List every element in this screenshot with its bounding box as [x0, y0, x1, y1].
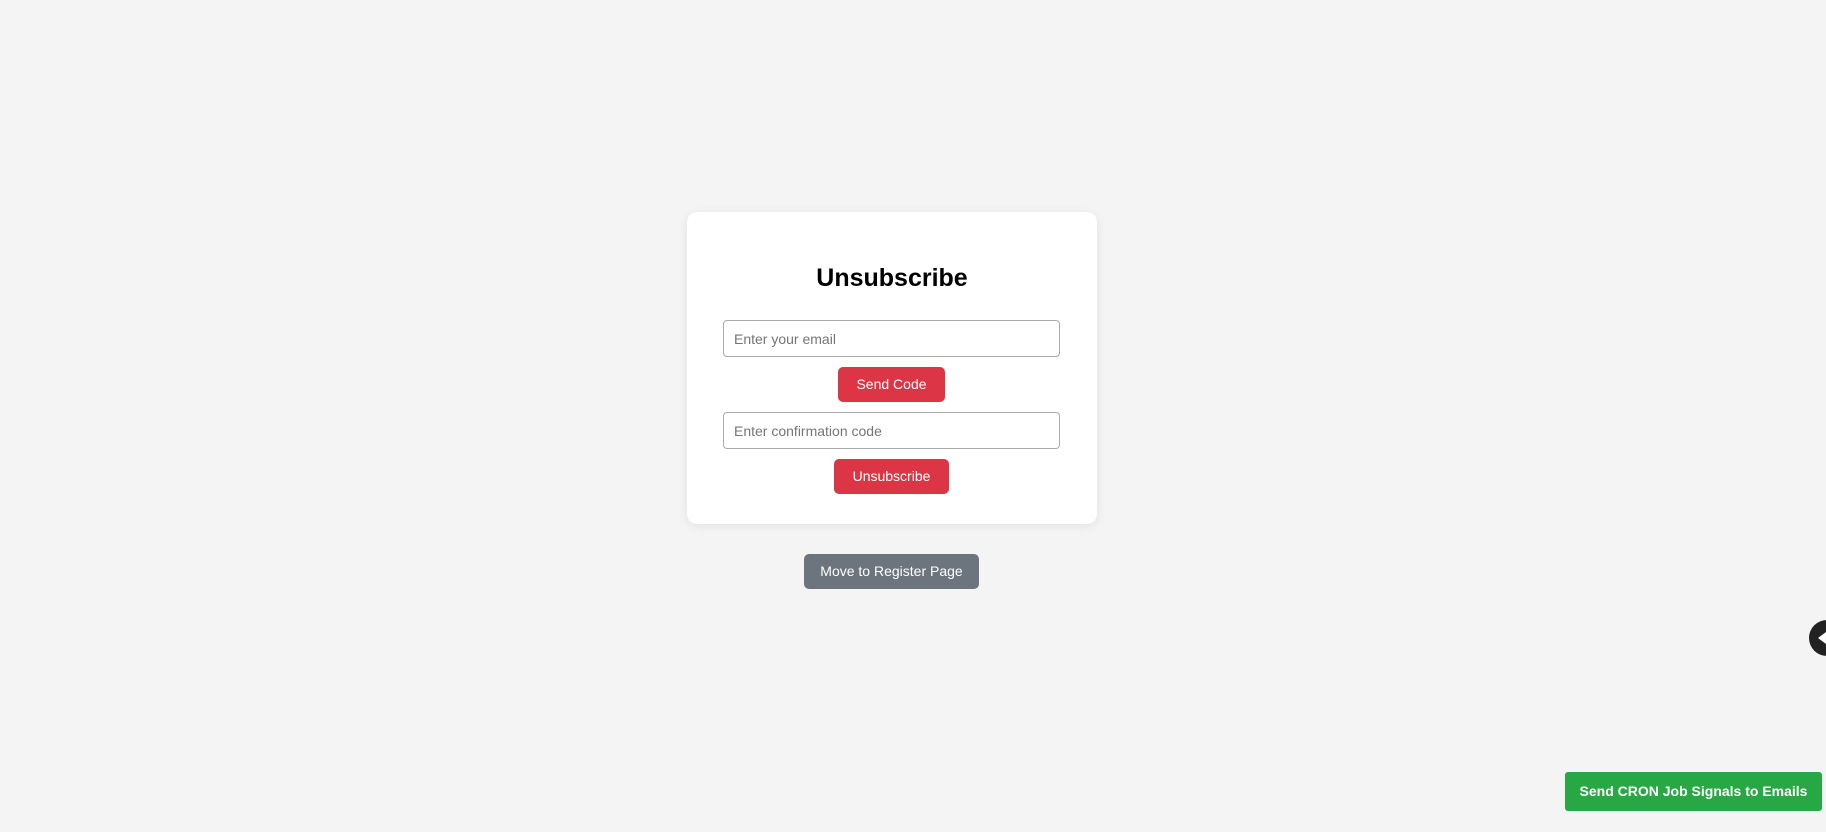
confirmation-code-field[interactable] [723, 412, 1060, 449]
email-field[interactable] [723, 320, 1060, 357]
unsubscribe-card: Unsubscribe Send Code Unsubscribe [687, 212, 1097, 524]
unsubscribe-button[interactable]: Unsubscribe [834, 459, 949, 494]
send-cron-signals-button[interactable]: Send CRON Job Signals to Emails [1565, 772, 1822, 811]
send-code-button[interactable]: Send Code [838, 367, 945, 402]
page-title: Unsubscribe [816, 264, 968, 292]
register-page-button[interactable]: Move to Register Page [804, 554, 979, 589]
side-widget-toggle[interactable] [1809, 620, 1826, 656]
page: Unsubscribe Send Code Unsubscribe Move t… [0, 0, 1826, 832]
chevron-left-icon [1818, 632, 1826, 644]
